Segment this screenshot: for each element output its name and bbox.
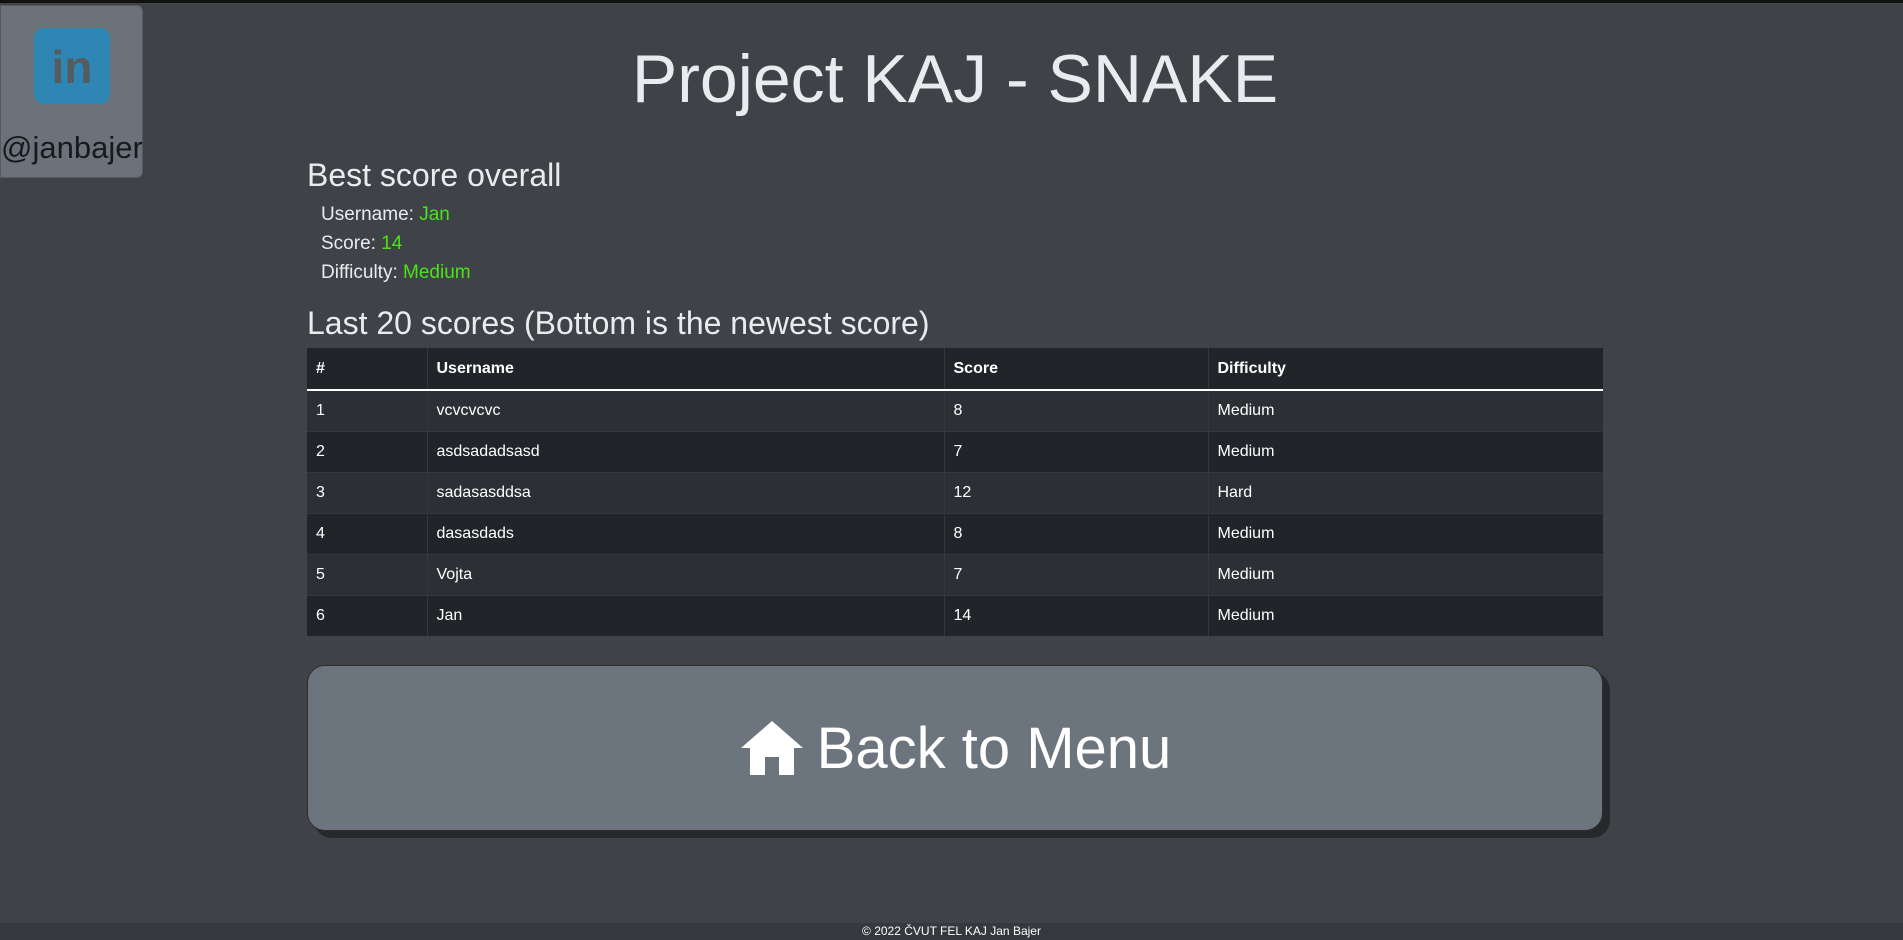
cell-number: 3 bbox=[307, 472, 428, 513]
cell-number: 5 bbox=[307, 554, 428, 595]
page-title: Project KAJ - SNAKE bbox=[631, 41, 1279, 117]
table-row: 5 Vojta 7 Medium bbox=[307, 554, 1603, 595]
cell-difficulty: Hard bbox=[1217, 483, 1253, 501]
best-score-label: Score: bbox=[321, 233, 376, 254]
cell-difficulty: Medium bbox=[1217, 606, 1275, 624]
best-difficulty-label: Difficulty: bbox=[321, 262, 398, 283]
footer: © 2022 ČVUT FEL KAJ Jan Bajer bbox=[0, 923, 1903, 940]
cell-username: sadasasddsa bbox=[427, 472, 945, 513]
cell-difficulty: Medium bbox=[1217, 401, 1275, 419]
table-row: 4 dasasdads 8 Medium bbox=[307, 513, 1603, 554]
table-row: 6 Jan 14 Medium bbox=[307, 595, 1603, 636]
cell-score: 7 bbox=[944, 431, 1209, 472]
cell-username: Jan bbox=[427, 595, 945, 636]
best-score-heading: Best score overall bbox=[307, 157, 562, 193]
home-icon bbox=[740, 721, 803, 775]
cell-score: 14 bbox=[944, 595, 1209, 636]
cell-score: 8 bbox=[944, 513, 1209, 554]
cell-number: 2 bbox=[307, 431, 428, 472]
cell-number: 4 bbox=[307, 513, 428, 554]
cell-number: 1 bbox=[307, 390, 428, 431]
table-row: 3 sadasasddsa 12 Hard bbox=[307, 472, 1603, 513]
best-difficulty-value: Medium bbox=[403, 262, 471, 283]
table-row: 1 vcvcvcvc 8 Medium bbox=[307, 390, 1603, 431]
cell-difficulty: Medium bbox=[1217, 565, 1275, 583]
cell-difficulty: Medium bbox=[1217, 524, 1275, 542]
column-header-number: # bbox=[307, 348, 428, 390]
cell-number: 6 bbox=[307, 595, 428, 636]
cell-username: asdsadadsasd bbox=[427, 431, 945, 472]
last-scores-heading: Last 20 scores (Bottom is the newest sco… bbox=[307, 305, 930, 341]
cell-username: Vojta bbox=[427, 554, 945, 595]
column-header-username: Username bbox=[427, 348, 945, 390]
best-username-label: Username: bbox=[321, 204, 414, 225]
cell-score: 12 bbox=[944, 472, 1209, 513]
best-username-value: Jan bbox=[419, 204, 450, 225]
best-score-value: 14 bbox=[381, 233, 403, 254]
best-difficulty: Difficulty: Medium bbox=[321, 262, 471, 284]
table-header-row: # Username Score Difficulty bbox=[307, 348, 1603, 390]
table-row: 2 asdsadadsasd 7 Medium bbox=[307, 431, 1603, 472]
cell-username: vcvcvcvc bbox=[427, 390, 945, 431]
cell-score: 8 bbox=[944, 390, 1209, 431]
cell-score: 7 bbox=[944, 554, 1209, 595]
column-header-score: Score bbox=[944, 348, 1209, 390]
scores-table: # Username Score Difficulty 1 vcvcvcvc 8… bbox=[307, 348, 1603, 636]
top-border bbox=[0, 0, 1903, 3]
column-header-difficulty: Difficulty bbox=[1217, 359, 1286, 377]
best-score: Score: 14 bbox=[321, 233, 402, 255]
cell-username: dasasdads bbox=[427, 513, 945, 554]
back-to-menu-button[interactable]: Back to Menu bbox=[307, 665, 1603, 831]
back-to-menu-label: Back to Menu bbox=[816, 715, 1172, 781]
best-username: Username: Jan bbox=[321, 204, 450, 226]
cell-difficulty: Medium bbox=[1217, 442, 1275, 460]
linkedin-handle: @janbajer bbox=[1, 130, 143, 165]
